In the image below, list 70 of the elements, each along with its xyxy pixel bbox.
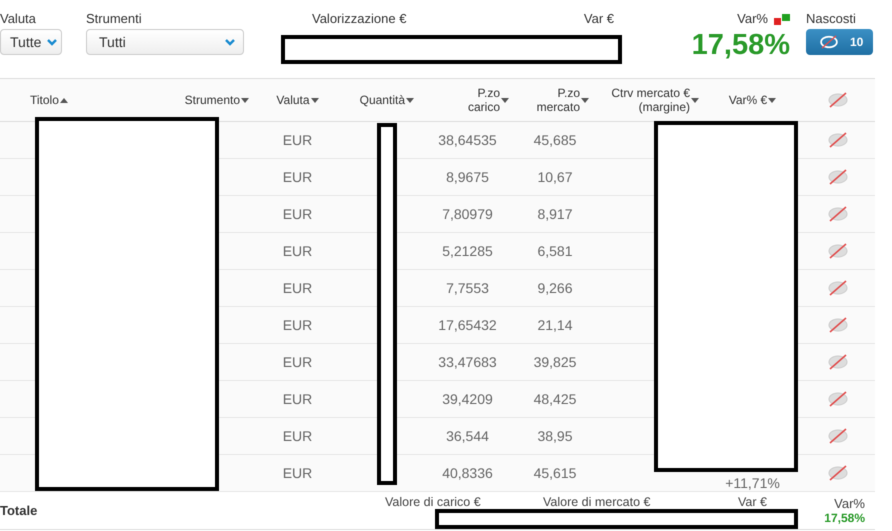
table-cell: 45,615 [534,465,576,481]
column-header[interactable]: Strumento [184,93,240,107]
mercato-total-label: Valore di mercato € [543,495,650,509]
var-percent-total-label: Var% [834,496,865,511]
column-header[interactable]: P.zo mercato [536,86,580,114]
hidden-label: Nascosti [806,11,857,28]
hidden-eye-icon [818,35,840,49]
hidden-eye-icon[interactable] [826,428,848,444]
column-header[interactable]: P.zo carico [468,86,500,114]
hidden-eye-icon[interactable] [826,169,848,185]
table-cell: 6,581 [537,243,573,259]
table-cell: 39,825 [534,354,576,370]
totals-label: Totale [0,502,38,520]
table-cell: EUR [282,317,312,333]
table-cell: EUR [282,391,312,407]
chevron-down-icon [47,38,57,46]
table-cell: 45,685 [534,132,576,148]
var-percent-value: 17,58% [692,28,790,62]
table-cell: 8,9675 [446,169,489,185]
table-cell: EUR [282,169,312,185]
table-cell: 8,917 [537,206,573,222]
table-cell: 40,8336 [442,465,493,481]
table-cell: 5,21285 [442,243,493,259]
table-cell: 21,14 [537,317,573,333]
table-cell: 33,47683 [438,354,497,370]
table-cell: EUR [282,243,312,259]
chevron-down-icon [225,38,235,46]
table-cell: EUR [282,354,312,370]
hidden-eye-icon[interactable] [826,391,848,407]
table-cell: EUR [282,428,312,444]
hidden-eye-icon[interactable] [826,132,848,148]
table-cell: 48,425 [534,391,576,407]
table-cell: 7,7553 [446,280,489,296]
table-cell: 38,95 [537,428,573,444]
table-cell: +11,71% [725,475,780,491]
hidden-eye-icon[interactable] [826,317,848,333]
table-cell: 38,64535 [438,132,497,148]
table-cell: 39,4209 [442,391,493,407]
filter-label: Strumenti [86,11,143,28]
filter-dropdown[interactable]: Tutte [0,29,62,55]
hidden-eye-icon[interactable] [826,465,848,481]
hidden-eye-icon[interactable] [826,354,848,370]
var-total-label: Var € [738,495,767,509]
filter-label: Valuta [0,11,37,28]
hidden-eye-icon[interactable] [826,280,848,296]
squares-icon [774,14,790,26]
var-percent-total-value: 17,58% [824,511,865,525]
hidden-eye-icon[interactable] [826,92,848,108]
table-cell: 10,67 [537,169,573,185]
column-header[interactable]: Titolo [30,93,59,107]
valorizzazione-label: Valorizzazione € [312,11,406,28]
hidden-eye-icon[interactable] [826,243,848,259]
table-cell: 9,266 [537,280,573,296]
column-header[interactable]: Quantità [360,93,405,107]
filter-dropdown[interactable]: Tutti [86,29,244,55]
var-percent-label: Var% [737,11,768,28]
column-header[interactable]: Valuta [276,93,310,107]
column-header[interactable]: Ctrv mercato € (margine) [611,86,690,114]
table-cell: 36,544 [446,428,489,444]
table-cell: EUR [282,206,312,222]
table-cell: 17,65432 [438,317,497,333]
table-cell: 7,80979 [442,206,493,222]
table-cell: EUR [282,280,312,296]
carico-total-label: Valore di carico € [385,495,481,509]
hidden-button[interactable]: 10 [806,29,874,55]
column-header[interactable]: Var% € [728,93,768,107]
table-cell: EUR [282,465,312,481]
hidden-eye-icon[interactable] [826,206,848,222]
table-cell: EUR [282,132,312,148]
var-label: Var € [584,11,614,28]
